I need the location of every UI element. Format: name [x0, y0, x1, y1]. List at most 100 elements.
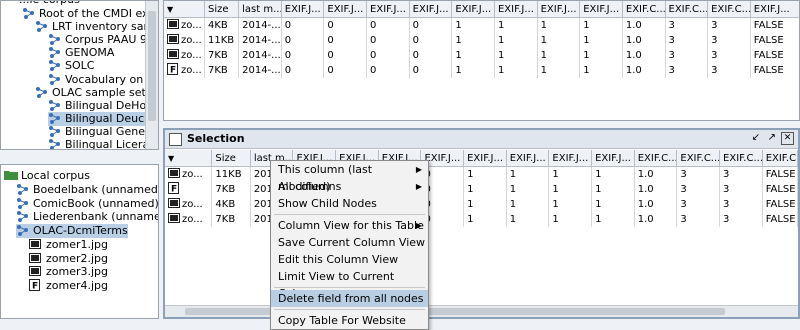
table-cell: 1: [548, 197, 593, 212]
column-header[interactable]: EXIF.C...: [665, 1, 709, 18]
cell-text: 1: [583, 50, 590, 61]
tree-node[interactable]: zomer3.jpg: [29, 265, 108, 279]
table-row[interactable]: zo...11KB2014000011111.033FALSE: [165, 166, 798, 182]
menu-item-label: Show Child Nodes: [278, 197, 377, 210]
column-header[interactable]: EXIF.C...: [676, 150, 721, 167]
local-corpus-tree[interactable]: Local corpus Boedelbank (unnamed) ComicBoo…: [0, 164, 159, 319]
table-cell: 2014-...: [238, 63, 282, 78]
cell-text: zo...: [182, 199, 203, 210]
close-icon[interactable]: ✕: [781, 132, 794, 145]
column-header[interactable]: EXIF.J...: [506, 150, 550, 167]
column-header[interactable]: EXIF.J...: [281, 1, 325, 18]
column-header[interactable]: EXIF.J...: [750, 1, 799, 18]
cell-text: 3: [680, 169, 687, 180]
submenu-arrow-icon: ▶: [415, 165, 422, 174]
menu-item[interactable]: Delete field from all nodes: [271, 290, 428, 307]
scroll-thumb[interactable]: [185, 308, 725, 315]
menu-item[interactable]: Copy Table For Website: [271, 312, 428, 329]
menu-item[interactable]: Show Child Nodes: [271, 195, 428, 212]
tree-node-label: zomer2.jpg: [46, 251, 109, 265]
column-header[interactable]: EXIF.J...: [323, 1, 368, 18]
table-cell: 1: [494, 48, 538, 63]
column-header[interactable]: EXIF.C...: [634, 150, 678, 167]
column-header[interactable]: EXIF.C...: [719, 150, 763, 167]
menu-item[interactable]: All columns ▶: [271, 178, 428, 195]
tree-node[interactable]: Bilingual Genese: [48, 125, 157, 139]
column-header[interactable]: EXIF.J...: [591, 150, 635, 167]
cell-text: 1: [455, 50, 462, 61]
tree-node[interactable]: OLAC sample set: [35, 86, 146, 100]
tree-node[interactable]: zomer2.jpg: [29, 252, 108, 266]
table-cell: FALSE: [762, 166, 798, 182]
column-header[interactable]: EXIF.C...: [762, 150, 798, 167]
table-row[interactable]: Fzo... 7KB 2014-... 0 0 0 0 1 1 1 1 1.0 3 3 FALSE: [164, 63, 799, 78]
minimize-icon[interactable]: ↙: [752, 132, 760, 143]
header-row: ▼ Size last m... EXIF.J... EXIF.J... EXIF.J..…: [164, 1, 799, 18]
tree-top-scrollbar[interactable]: [145, 1, 158, 149]
file-icon: F: [167, 63, 179, 78]
column-header[interactable]: Size: [211, 150, 251, 167]
cell-text: FALSE: [765, 169, 796, 180]
maximize-icon[interactable]: ↗: [768, 132, 776, 143]
column-header[interactable]: EXIF.C...: [707, 1, 751, 18]
menu-item[interactable]: Column View for this Table ▶: [271, 217, 428, 234]
column-header[interactable]: last m...: [238, 1, 282, 18]
scroll-thumb[interactable]: [148, 11, 156, 121]
local-corpus-root[interactable]: Local corpus: [4, 169, 90, 183]
tree-node[interactable]: Boedelbank (unnamed): [16, 183, 158, 197]
column-header[interactable]: Size: [204, 1, 240, 18]
tree-node-label: zomer3.jpg: [46, 265, 109, 279]
remote-corpus-tree[interactable]: ...le corpusRoot of the CMDI exampLRT in…: [0, 0, 159, 150]
column-header[interactable]: EXIF.J...: [409, 1, 453, 18]
column-header[interactable]: EXIF.J...: [537, 1, 581, 18]
file-icon: [168, 212, 180, 227]
table-cell: 0: [366, 63, 410, 78]
selection-table[interactable]: ▼ Size last m... EXIF.J... EXIF.J... EXIF.J..…: [165, 150, 798, 227]
tree-node[interactable]: LRT inventory sampl: [35, 20, 158, 34]
table-cell: zo...: [164, 48, 205, 63]
table-row[interactable]: zo... 4KB 2014-... 0 0 0 0 1 1 1 1 1.0 3 3 FALSE: [164, 17, 799, 33]
column-header[interactable]: EXIF.J...: [579, 1, 623, 18]
tree-node[interactable]: ComicBook (unnamed): [16, 197, 158, 211]
table-cell: 1: [537, 33, 581, 48]
column-header[interactable]: EXIF.J...: [494, 1, 538, 18]
tree-node[interactable]: Bilingual Liceras: [48, 138, 155, 149]
table-row[interactable]: zo...7KB2014000011111.033FALSE: [165, 212, 798, 227]
table-row[interactable]: zo...4KB2014000011111.033FALSE: [165, 197, 798, 212]
menu-item[interactable]: Save Current Column View: [271, 234, 428, 251]
tree-node[interactable]: GENOMA: [48, 46, 114, 60]
tree-node[interactable]: Fzomer4.jpg: [29, 278, 108, 293]
column-header[interactable]: EXIF.J...: [463, 150, 507, 167]
tree-node[interactable]: OLAC-DcmiTerms: [16, 224, 128, 239]
column-header[interactable]: EXIF.J...: [451, 1, 495, 18]
table-cell: 1.0: [622, 63, 666, 78]
selection-hscrollbar[interactable]: [165, 305, 798, 317]
cell-text: 11KB: [215, 169, 242, 180]
tree-node[interactable]: Bilingual Deucha: [48, 111, 158, 126]
tree-node[interactable]: Root of the CMDI examp: [22, 7, 158, 21]
cell-text: 3: [668, 50, 675, 61]
sort-column-header[interactable]: ▼: [164, 1, 205, 18]
column-header[interactable]: EXIF.J...: [548, 150, 593, 167]
menu-item[interactable]: Edit this Column View: [271, 251, 428, 268]
column-header[interactable]: EXIF.C...: [622, 1, 666, 18]
tree-node[interactable]: Corpus PAAU 92: [48, 33, 154, 47]
tree-row-partial[interactable]: ...le corpus: [19, 1, 80, 7]
tree-node[interactable]: Liederenbank (unnamed): [16, 210, 158, 224]
column-header[interactable]: EXIF.J...: [366, 1, 410, 18]
menu-item[interactable]: Limit View to Current Columns: [271, 268, 428, 300]
main-table[interactable]: ▼ Size last m... EXIF.J... EXIF.J... EXIF.J..…: [164, 1, 799, 78]
tree-node[interactable]: Bilingual DeHouw: [48, 99, 158, 113]
tree-node[interactable]: SOLC: [48, 59, 94, 73]
tree-node[interactable]: zomer1.jpg: [29, 238, 108, 252]
table-row[interactable]: zo... 7KB 2014-... 0 0 0 0 1 1 1 1 1.0 3 3 FALSE: [164, 48, 799, 63]
table-cell: 3: [665, 17, 709, 33]
table-row[interactable]: F7KB2014000011111.033FALSE: [165, 182, 798, 197]
table-row[interactable]: zo... 11KB 2014-... 0 0 0 0 1 1 1 1 1.0 3 3 FALSE: [164, 33, 799, 48]
sort-column-header[interactable]: ▼: [165, 150, 213, 167]
tree-node[interactable]: Vocabulary on we: [48, 73, 158, 87]
menu-item[interactable]: This column (last modified) ▶: [271, 161, 428, 193]
header-row: ▼ Size last m... EXIF.J... EXIF.J... EXIF.J..…: [165, 150, 798, 167]
table-cell: 3: [676, 212, 721, 227]
submenu-arrow-icon: ▶: [415, 182, 422, 191]
